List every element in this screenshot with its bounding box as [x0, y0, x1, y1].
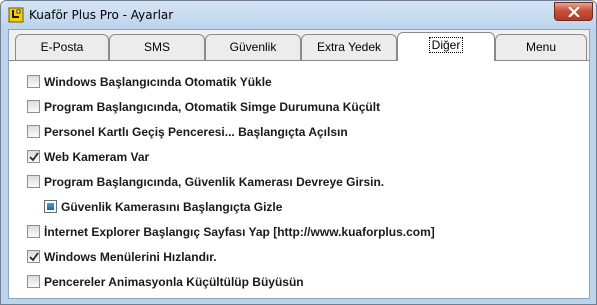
tab-diger[interactable]: Diğer: [397, 32, 495, 61]
close-button[interactable]: [554, 2, 593, 21]
diger-panel: Windows Başlangıcında Otomatik Yükle Pro…: [9, 60, 589, 298]
checkbox[interactable]: [27, 100, 40, 113]
checkbox[interactable]: [27, 125, 40, 138]
tab-label: Extra Yedek: [316, 40, 382, 54]
checkbox[interactable]: [27, 175, 40, 188]
indeterminate-mark: [47, 203, 54, 210]
tab-menu[interactable]: Menu: [495, 34, 587, 60]
checkbox[interactable]: [44, 200, 57, 213]
checkbox[interactable]: [27, 275, 40, 288]
tab-label: E-Posta: [40, 40, 84, 54]
close-icon: [568, 7, 580, 17]
tab-sms[interactable]: SMS: [109, 34, 205, 60]
tab-label: SMS: [143, 40, 170, 54]
window-title: Kuaför Plus Pro - Ayarlar: [29, 8, 174, 22]
tab-label: Menu: [525, 40, 557, 54]
app-icon: [8, 7, 24, 23]
option-label: Program Başlangıcında, Otomatik Simge Du…: [44, 100, 381, 114]
option-label: İnternet Explorer Başlangıç Sayfası Yap …: [44, 225, 435, 239]
option-label: Windows Başlangıcında Otomatik Yükle: [44, 75, 272, 89]
option-label: Web Kameram Var: [44, 150, 150, 164]
checkbox[interactable]: [27, 225, 40, 238]
settings-window: Kuaför Plus Pro - Ayarlar E-Posta SMS Gü…: [0, 0, 597, 305]
option-label: Windows Menülerini Hızlandır.: [44, 250, 217, 264]
checkbox[interactable]: [27, 150, 40, 163]
option-label: Güvenlik Kamerasını Başlangıçta Gizle: [61, 200, 283, 214]
settings-tabs: E-Posta SMS Güvenlik Extra Yedek Diğer M…: [8, 29, 590, 299]
option-label: Program Başlangıcında, Güvenlik Kamerası…: [44, 175, 385, 189]
option-label: Pencereler Animasyonla Küçültülüp Büyüsü…: [44, 275, 304, 289]
tab-e-posta[interactable]: E-Posta: [15, 34, 109, 60]
tab-guvenlik[interactable]: Güvenlik: [205, 34, 301, 60]
tab-label: Diğer: [428, 37, 464, 53]
title-bar[interactable]: Kuaför Plus Pro - Ayarlar: [1, 1, 596, 29]
tab-extra-yedek[interactable]: Extra Yedek: [301, 34, 397, 60]
checkbox[interactable]: [27, 75, 40, 88]
option-label: Personel Kartlı Geçiş Penceresi... Başla…: [44, 125, 348, 139]
check-icon: [29, 252, 39, 262]
check-icon: [29, 152, 39, 162]
tab-label: Güvenlik: [229, 40, 277, 54]
checkbox[interactable]: [27, 250, 40, 263]
